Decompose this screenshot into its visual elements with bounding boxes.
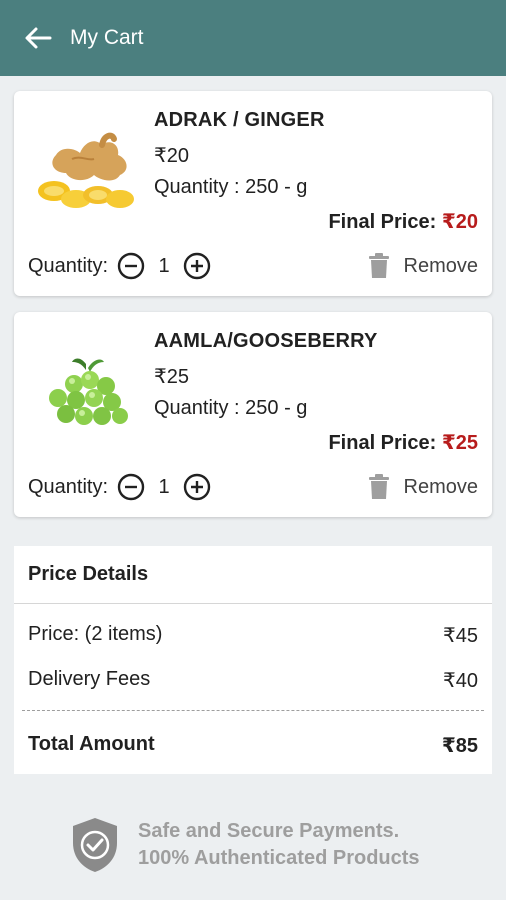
remove-label: Remove [403,254,478,277]
cart-item: ADRAK / GINGER ₹20 Quantity : 250 - g Fi… [14,91,492,296]
quantity-stepper: Quantity: 1 [28,251,212,281]
shield-check-icon [73,818,117,872]
decrease-quantity-button[interactable] [116,472,146,502]
delivery-value: ₹40 [443,670,478,692]
product-name: ADRAK / GINGER [154,109,325,131]
decrease-quantity-button[interactable] [116,251,146,281]
price-details-title: Price Details [14,546,492,604]
product-name: AAMLA/GOOSEBERRY [154,330,378,352]
total-row: Total Amount ₹85 [28,733,478,758]
delivery-label: Delivery Fees [28,668,151,690]
plus-circle-icon [183,473,211,501]
page-title: My Cart [70,26,144,49]
secure-payments-note: Safe and Secure Payments. 100% Authentic… [70,816,420,874]
remove-button[interactable]: Remove [368,472,478,502]
remove-label: Remove [403,475,478,498]
back-button[interactable] [10,0,66,76]
secure-line-1: Safe and Secure Payments. [138,820,400,842]
total-value: ₹85 [441,735,478,757]
quantity-label: Quantity: [28,475,109,498]
secure-text: Safe and Secure Payments. 100% Authentic… [138,818,420,872]
delivery-row: Delivery Fees ₹40 [28,668,478,693]
remove-button[interactable]: Remove [368,251,478,281]
minus-circle-icon [117,473,145,501]
quantity-label: Quantity: [28,254,109,277]
secure-line-2: 100% Authenticated Products [138,847,420,869]
minus-circle-icon [117,252,145,280]
price-value: ₹45 [443,625,478,647]
product-unit-quantity: Quantity : 250 - g [154,397,308,419]
ginger-image [38,132,134,208]
plus-circle-icon [183,252,211,280]
quantity-value: 1 [158,475,170,498]
trash-icon [368,474,389,499]
final-price: Final Price: ₹20 [328,209,478,234]
arrow-left-icon [25,27,52,49]
final-price-value: ₹25 [441,432,478,454]
final-price: Final Price: ₹25 [328,430,478,455]
increase-quantity-button[interactable] [182,251,212,281]
final-price-value: ₹20 [441,211,478,233]
price-label: Price: (2 items) [28,623,163,645]
trash-icon [368,253,389,278]
quantity-stepper: Quantity: 1 [28,472,212,502]
price-row: Price: (2 items) ₹45 [28,623,478,648]
cart-item: AAMLA/GOOSEBERRY ₹25 Quantity : 250 - g … [14,312,492,517]
app-bar: My Cart [0,0,506,76]
increase-quantity-button[interactable] [182,472,212,502]
gooseberry-image [49,358,128,425]
product-price: ₹20 [154,145,189,167]
dashed-divider [22,710,484,711]
price-details-card: Price Details Price: (2 items) ₹45 Deliv… [14,546,492,774]
total-label: Total Amount [28,733,155,755]
final-price-label: Final Price: [328,432,442,454]
final-price-label: Final Price: [328,211,442,233]
quantity-value: 1 [158,254,170,277]
product-price: ₹25 [154,366,189,388]
product-unit-quantity: Quantity : 250 - g [154,176,308,198]
